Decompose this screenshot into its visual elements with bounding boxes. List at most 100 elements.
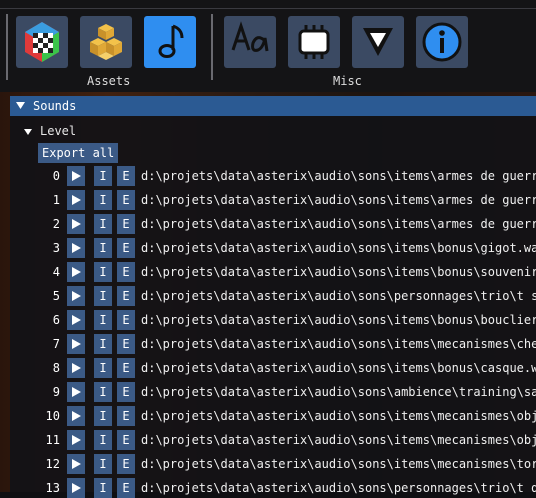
play-button[interactable] (67, 190, 85, 210)
sound-file-path: d:\projets\data\asterix\audio\sons\items… (141, 409, 536, 423)
export-button[interactable]: E (117, 262, 135, 282)
import-button[interactable]: I (94, 382, 112, 402)
export-button[interactable]: E (117, 478, 135, 498)
sound-row: 12 I Ed:\projets\data\asterix\audio\sons\i… (10, 454, 536, 474)
import-button[interactable]: I (94, 190, 112, 210)
sound-file-path: d:\projets\data\asterix\audio\sons\items… (141, 457, 536, 471)
export-all-button[interactable]: Export all (38, 143, 119, 163)
sound-file-path: d:\projets\data\asterix\audio\sons\items… (141, 193, 536, 207)
export-button[interactable]: E (117, 334, 135, 354)
info-icon (422, 22, 462, 62)
sound-row: 6 I Ed:\projets\data\asterix\audio\sons\it… (10, 310, 536, 330)
stacked-boxes-icon (90, 24, 122, 60)
sound-file-path: d:\projets\data\asterix\audio\sons\perso… (141, 481, 536, 495)
row-index: 12 (45, 457, 60, 471)
group-label-misc: Misc (333, 74, 362, 88)
play-icon (72, 219, 81, 229)
export-button[interactable]: E (117, 454, 135, 474)
export-button[interactable]: E (117, 358, 135, 378)
import-button[interactable]: I (94, 454, 112, 474)
row-index: 3 (52, 241, 60, 255)
import-button[interactable]: I (94, 478, 112, 498)
play-button[interactable] (67, 262, 85, 282)
sound-file-path: d:\projets\data\asterix\audio\sons\items… (141, 313, 536, 327)
import-button[interactable]: I (94, 166, 112, 186)
export-button[interactable]: E (117, 214, 135, 234)
play-icon (72, 291, 81, 301)
import-button[interactable]: I (94, 358, 112, 378)
import-button[interactable]: I (94, 214, 112, 234)
play-button[interactable] (67, 238, 85, 258)
group-label-assets: Assets (87, 74, 131, 88)
play-button[interactable] (67, 166, 85, 186)
row-index: 13 (45, 481, 60, 495)
row-index: 9 (52, 385, 60, 399)
sound-file-path: d:\projets\data\asterix\audio\sons\items… (141, 241, 536, 255)
play-icon (72, 195, 81, 205)
sound-file-path: d:\projets\data\asterix\audio\sons\ambie… (141, 385, 536, 399)
export-button[interactable]: E (117, 190, 135, 210)
row-index: 8 (52, 361, 60, 375)
play-button[interactable] (67, 334, 85, 354)
import-button[interactable]: I (94, 286, 112, 306)
play-button[interactable] (67, 286, 85, 306)
sound-row: 3 I Ed:\projets\data\asterix\audio\sons\it… (10, 238, 536, 258)
models-button[interactable] (80, 16, 132, 68)
export-button[interactable]: E (117, 430, 135, 450)
sound-row: 7 I Ed:\projets\data\asterix\audio\sons\it… (10, 334, 536, 354)
hardware-button[interactable] (288, 16, 340, 68)
export-button[interactable]: E (117, 406, 135, 426)
sound-row: 9 I Ed:\projets\data\asterix\audio\sons\am… (10, 382, 536, 402)
play-button[interactable] (67, 358, 85, 378)
import-button[interactable]: I (94, 406, 112, 426)
export-button[interactable]: E (117, 310, 135, 330)
play-button[interactable] (67, 382, 85, 402)
filter-button[interactable] (352, 16, 404, 68)
import-button[interactable]: I (94, 430, 112, 450)
checker-hexagon-icon (25, 22, 59, 62)
music-note-icon (158, 24, 184, 58)
toolbar-separator (6, 14, 8, 80)
textures-button[interactable] (16, 16, 68, 68)
play-icon (72, 459, 81, 469)
tree-node-label: Level (40, 124, 77, 138)
info-button[interactable] (416, 16, 468, 68)
sound-row: 0 I Ed:\projets\data\asterix\audio\sons\it… (10, 166, 536, 186)
export-button[interactable]: E (117, 382, 135, 402)
row-index: 0 (52, 169, 60, 183)
import-button[interactable]: I (94, 310, 112, 330)
play-icon (72, 363, 81, 373)
fonts-button[interactable] (224, 16, 276, 68)
font-glyph-icon (231, 21, 269, 52)
play-button[interactable] (67, 214, 85, 234)
play-icon (72, 435, 81, 445)
import-button[interactable]: I (94, 334, 112, 354)
play-button[interactable] (67, 310, 85, 330)
sound-file-path: d:\projets\data\asterix\audio\sons\items… (141, 361, 536, 375)
export-button[interactable]: E (117, 166, 135, 186)
sounds-window: Sounds Level Export all 0 I Ed:\projets\da… (10, 96, 536, 498)
sound-row: 2 I Ed:\projets\data\asterix\audio\sons\it… (10, 214, 536, 234)
sound-row: 8 I Ed:\projets\data\asterix\audio\sons\it… (10, 358, 536, 378)
import-button[interactable]: I (94, 238, 112, 258)
collapse-triangle-icon[interactable] (16, 101, 26, 111)
play-button[interactable] (67, 406, 85, 426)
export-button[interactable]: E (117, 286, 135, 306)
sound-file-path: d:\projets\data\asterix\audio\sons\items… (141, 433, 536, 447)
play-button[interactable] (67, 478, 85, 498)
sounds-button[interactable] (144, 16, 196, 68)
play-button[interactable] (67, 430, 85, 450)
row-index: 6 (52, 313, 60, 327)
import-button[interactable]: I (94, 262, 112, 282)
sound-file-path: d:\projets\data\asterix\audio\sons\items… (141, 217, 536, 231)
row-index: 1 (52, 193, 60, 207)
toolbar-top-border (0, 8, 536, 9)
row-index: 5 (52, 289, 60, 303)
sound-row: 1 I Ed:\projets\data\asterix\audio\sons\it… (10, 190, 536, 210)
sound-row: 13 I Ed:\projets\data\asterix\audio\sons\p… (10, 478, 536, 498)
window-titlebar[interactable]: Sounds (10, 96, 536, 116)
play-button[interactable] (67, 454, 85, 474)
row-index: 4 (52, 265, 60, 279)
toolbar-separator (211, 14, 213, 80)
export-button[interactable]: E (117, 238, 135, 258)
